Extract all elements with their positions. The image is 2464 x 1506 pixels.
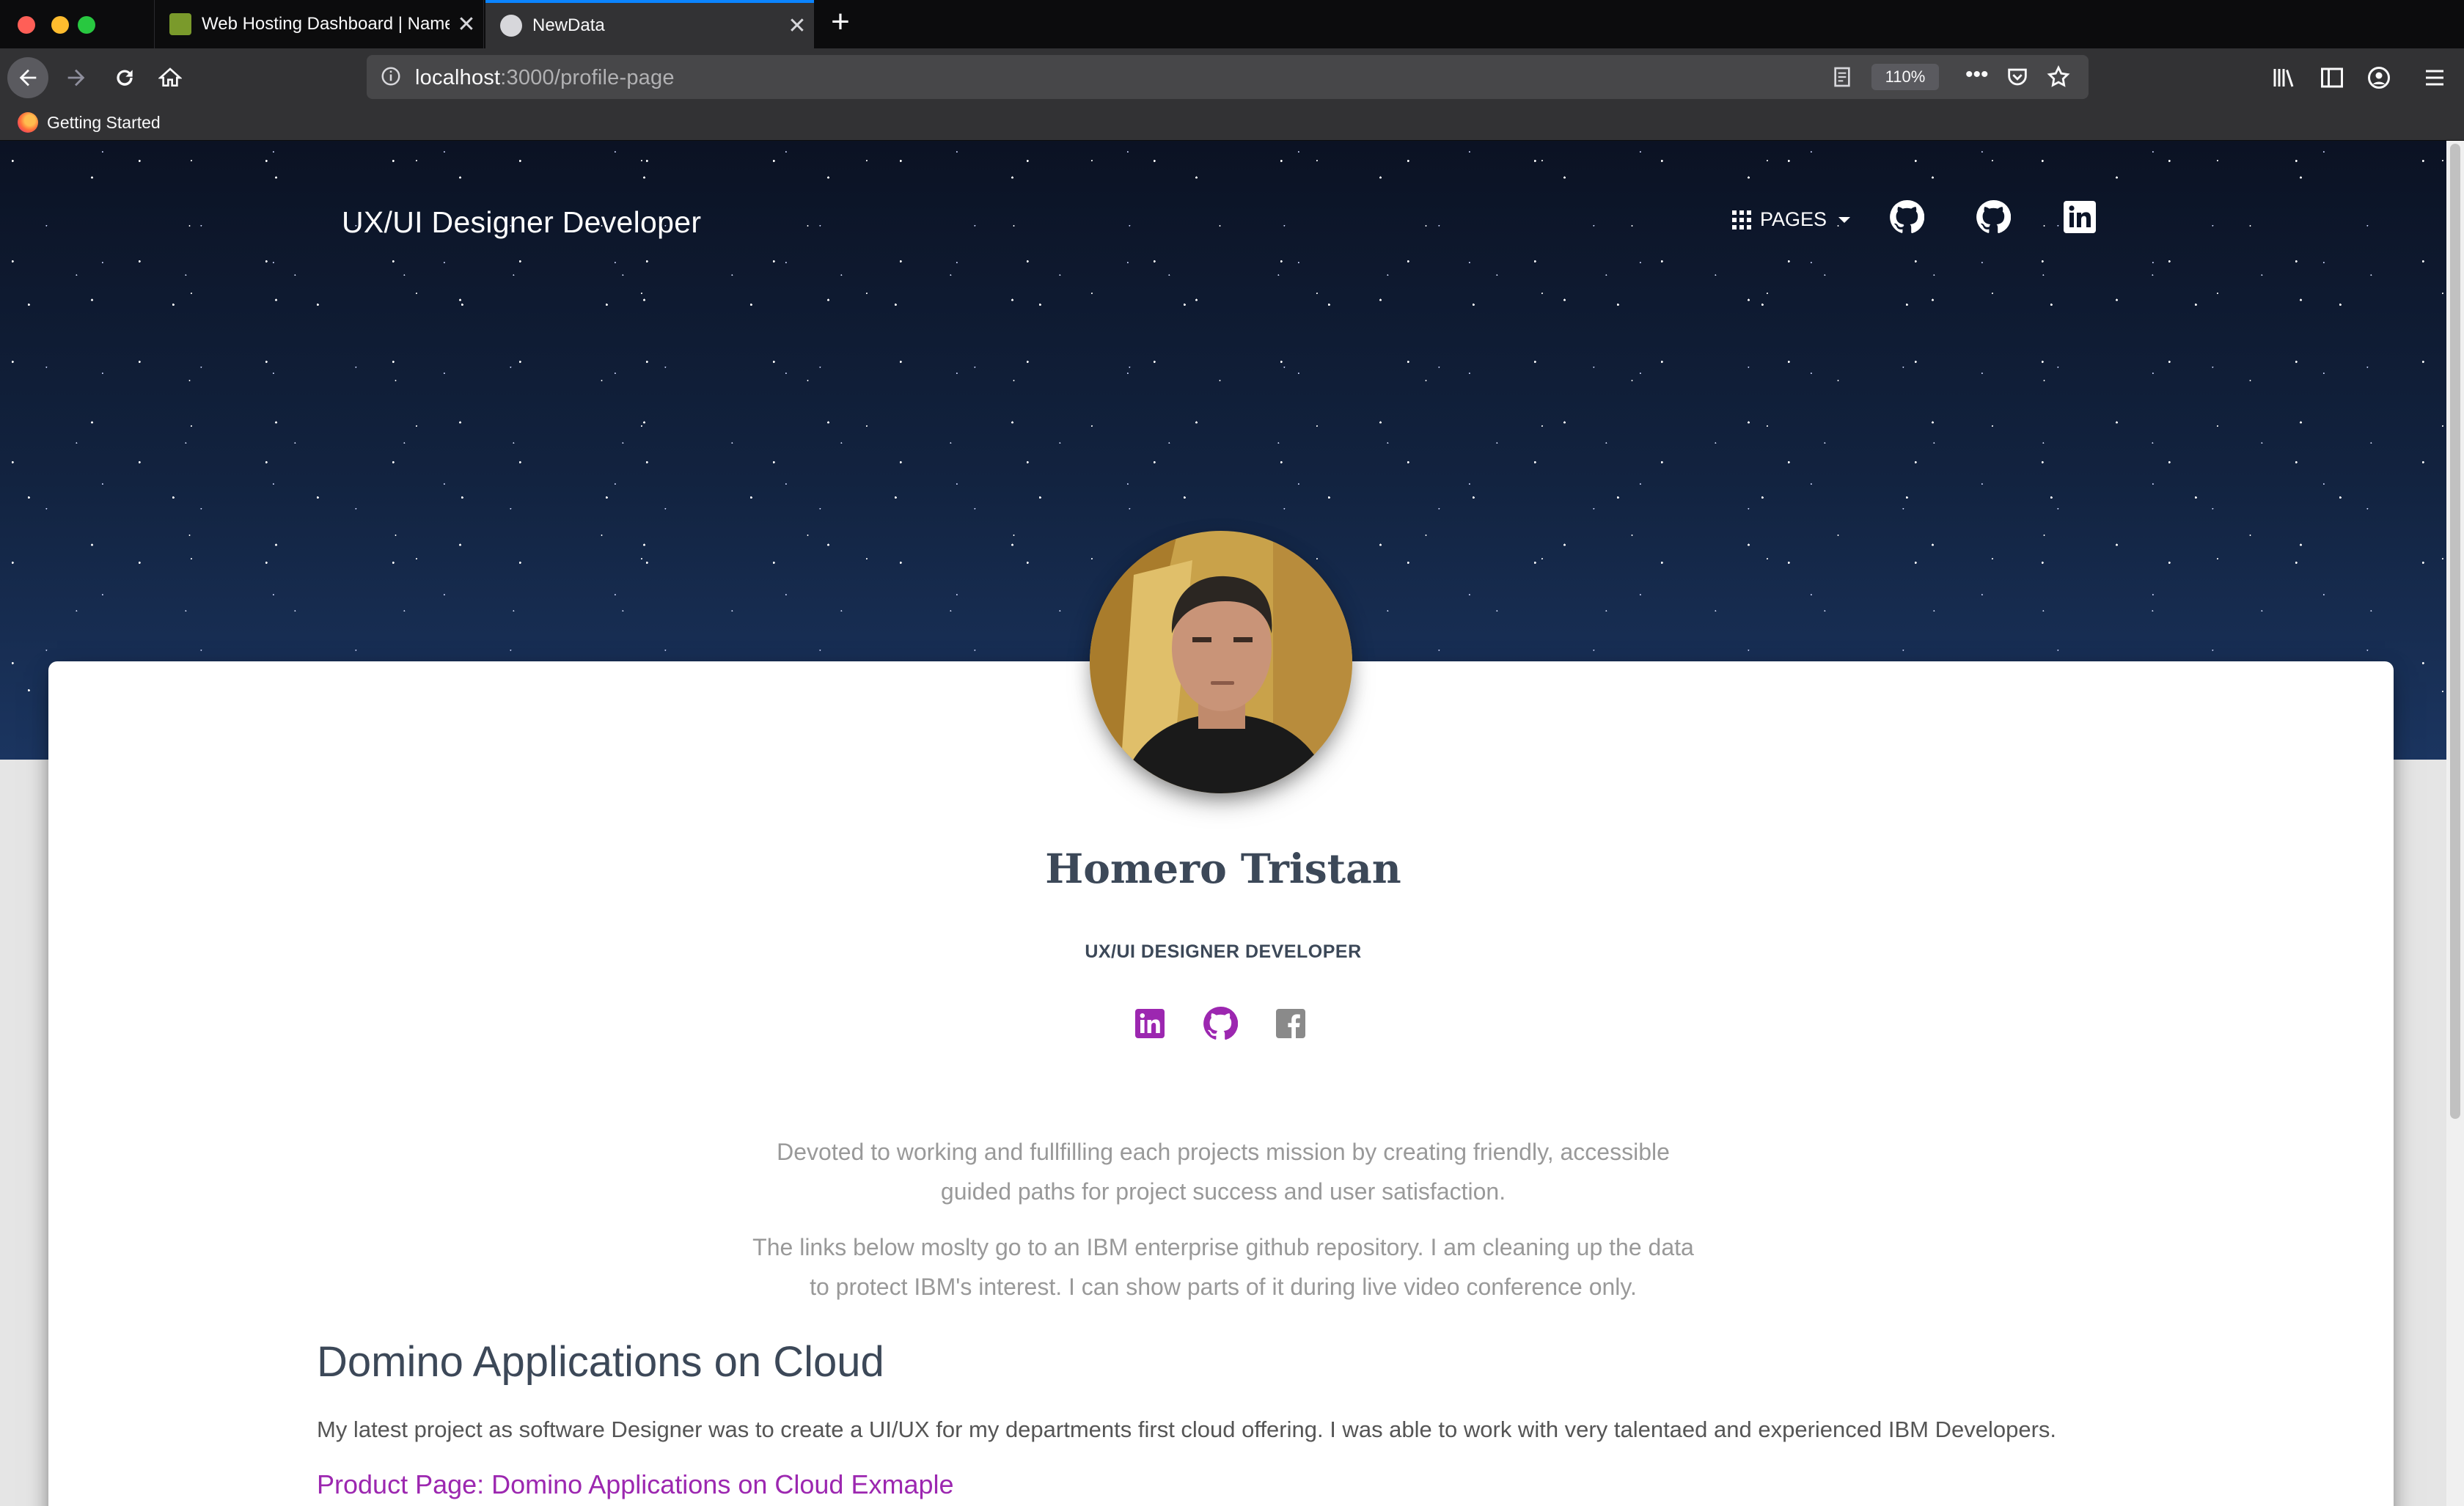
caret-down-icon (1838, 216, 1851, 223)
zoom-level-badge[interactable]: 110% (1871, 64, 1939, 90)
newdata-favicon-icon (500, 15, 522, 37)
bookmark-label: Getting Started (47, 112, 161, 132)
profile-photo (1090, 531, 1352, 793)
profile-title: UX/UI DESIGNER DEVELOPER (1085, 941, 1362, 962)
arrow-left-icon (19, 69, 37, 87)
forward-button[interactable] (56, 57, 97, 98)
scrollbar-thumb[interactable] (2450, 144, 2460, 1119)
home-icon (158, 67, 182, 87)
close-tab-icon[interactable]: ✕ (450, 12, 483, 37)
reload-button[interactable] (104, 57, 145, 98)
more-actions-icon[interactable]: ••• (1965, 62, 1989, 87)
reader-view-icon[interactable] (1830, 65, 1854, 89)
minimize-window-button[interactable] (51, 16, 69, 34)
browser-nav-bar: localhost:3000/profile-page 110% ••• (0, 48, 2464, 107)
bookmark-getting-started[interactable]: Getting Started (18, 112, 161, 133)
info-icon[interactable] (380, 65, 402, 87)
firefox-icon (18, 112, 38, 133)
menu-icon[interactable] (2421, 65, 2448, 91)
tab-newdata[interactable]: NewData ✕ (485, 0, 814, 48)
page-scrollbar[interactable] (2446, 141, 2464, 1506)
home-button[interactable] (150, 57, 191, 98)
github-icon[interactable] (1203, 1006, 1238, 1041)
apps-grid-icon (1732, 210, 1751, 229)
url-path: :3000/profile-page (500, 66, 675, 89)
sidebar-icon[interactable] (2319, 65, 2345, 91)
back-button[interactable] (7, 57, 48, 98)
github-icon[interactable] (1889, 199, 1924, 235)
bookmarks-toolbar: Getting Started (0, 107, 2464, 141)
url-host: localhost (415, 66, 501, 89)
new-tab-button[interactable]: + (824, 6, 857, 40)
pages-label: PAGES (1760, 208, 1827, 230)
bookmark-star-icon[interactable] (2046, 65, 2071, 89)
url-text[interactable]: localhost:3000/profile-page (415, 66, 675, 90)
tab-namecheap[interactable]: Web Hosting Dashboard | Namecheap ✕ (154, 0, 484, 48)
profile-avatar (1090, 531, 1352, 793)
browser-tab-bar: Web Hosting Dashboard | Namecheap ✕ NewD… (0, 0, 2464, 48)
pages-dropdown[interactable]: PAGES (1732, 208, 1851, 231)
profile-name: Homero Tristan (1045, 845, 1401, 892)
profile-description: Devoted to working and fullfilling each … (777, 1139, 1670, 1205)
linkedin-icon[interactable] (2062, 199, 2097, 235)
profile-note: The links below moslty go to an IBM ente… (752, 1234, 1694, 1300)
account-icon[interactable] (2366, 65, 2392, 91)
close-window-button[interactable] (18, 16, 35, 34)
namecheap-favicon-icon (169, 13, 191, 35)
maximize-window-button[interactable] (78, 16, 95, 34)
page-viewport: UX/UI Designer Developer PAGES Homero Tr… (0, 141, 2446, 1506)
site-brand-link[interactable]: UX/UI Designer Developer (342, 205, 701, 240)
arrow-right-icon (67, 69, 85, 87)
linkedin-icon[interactable] (1132, 1006, 1167, 1041)
reload-icon (117, 70, 133, 86)
tab-title: Web Hosting Dashboard | Namecheap (202, 14, 450, 34)
url-bar[interactable]: localhost:3000/profile-page 110% ••• (367, 55, 2089, 99)
github-icon[interactable] (1976, 199, 2011, 235)
product-page-link[interactable]: Product Page: Domino Applications on Clo… (317, 1469, 954, 1500)
library-icon[interactable] (2270, 65, 2297, 91)
project-heading: Domino Applications on Cloud (317, 1338, 884, 1386)
project-description: My latest project as software Designer w… (317, 1417, 2056, 1442)
close-tab-icon[interactable]: ✕ (780, 13, 814, 39)
facebook-icon[interactable] (1273, 1006, 1308, 1041)
pocket-icon[interactable] (2005, 65, 2030, 89)
tab-title: NewData (532, 15, 605, 35)
